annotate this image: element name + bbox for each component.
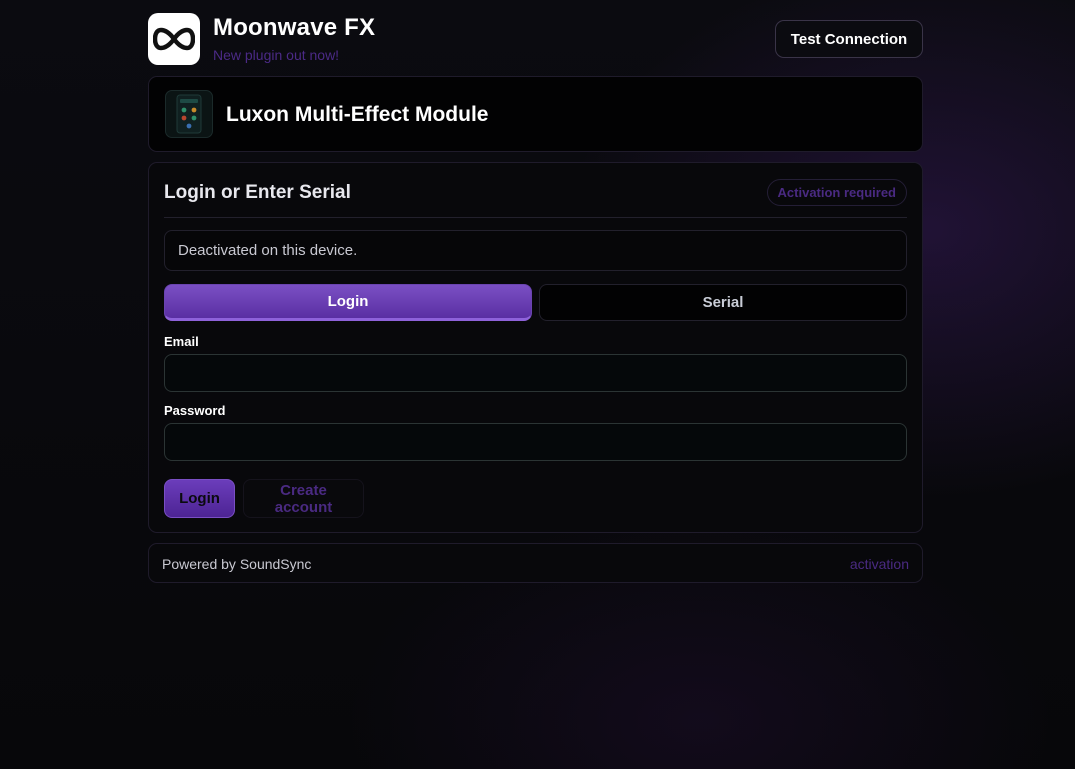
status-message: Deactivated on this device.: [164, 230, 907, 271]
login-button[interactable]: Login: [164, 479, 235, 518]
infinity-logo-icon: [153, 27, 195, 51]
product-thumbnail: [165, 90, 213, 138]
activation-panel: Login or Enter Serial Activation require…: [148, 162, 923, 533]
plugin-thumbnail-icon: [176, 94, 202, 134]
email-field[interactable]: [164, 354, 907, 392]
powered-by-text: Powered by SoundSync: [162, 556, 312, 572]
status-badge: Activation required: [766, 179, 907, 206]
activation-link[interactable]: activation: [850, 556, 909, 572]
product-title: Luxon Multi-Effect Module: [226, 103, 489, 126]
test-connection-button[interactable]: Test Connection: [775, 20, 923, 58]
password-label: Password: [164, 403, 226, 418]
app-container: Moonwave FX New plugin out now! Test Con…: [148, 0, 923, 583]
email-label: Email: [164, 334, 199, 349]
divider: [164, 217, 907, 218]
product-card: Luxon Multi-Effect Module: [148, 76, 923, 152]
panel-title: Login or Enter Serial: [164, 182, 351, 203]
brand-logo: [148, 13, 200, 65]
brand-title: Moonwave FX: [213, 14, 376, 41]
create-account-button[interactable]: Create account: [243, 479, 364, 518]
footer: Powered by SoundSync activation: [148, 543, 923, 583]
password-field[interactable]: [164, 423, 907, 461]
header: Moonwave FX New plugin out now! Test Con…: [148, 0, 923, 74]
brand-subtitle: New plugin out now!: [213, 47, 340, 63]
tab-login[interactable]: Login: [164, 284, 532, 321]
tab-serial[interactable]: Serial: [539, 284, 907, 321]
